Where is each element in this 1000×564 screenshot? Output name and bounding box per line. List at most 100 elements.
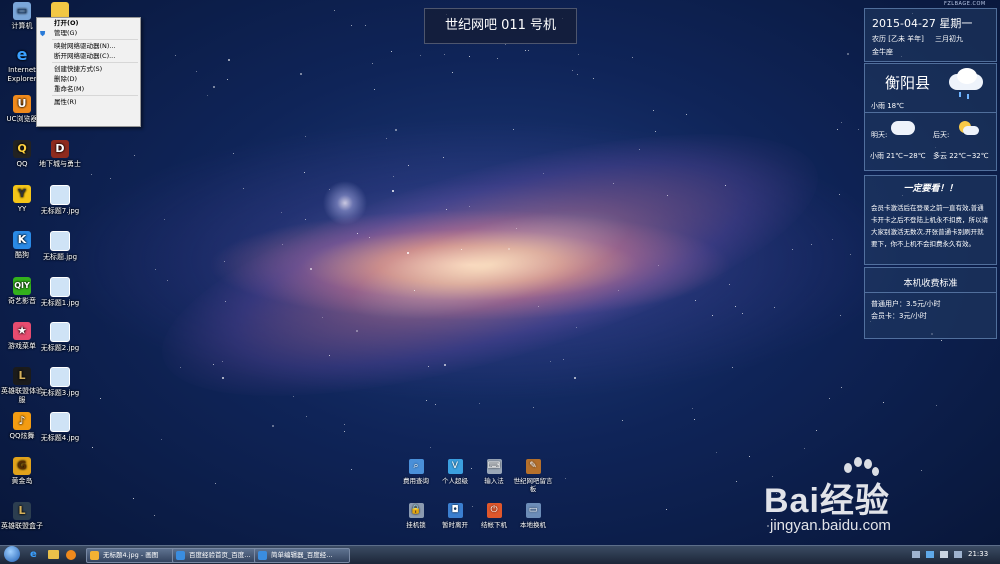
desktop-icon-img7[interactable]: 无标题7.jpg — [38, 185, 82, 216]
desktop-icon-label: 计算机 — [11, 22, 33, 30]
dock-lock[interactable]: 🔒 挂机锁 — [394, 503, 438, 529]
dock-switch-machine[interactable]: ▭ 本地换机 — [511, 503, 555, 529]
desktop-icon-img2[interactable]: 无标题2.jpg — [38, 322, 82, 353]
star — [841, 122, 842, 123]
star — [577, 74, 578, 75]
star — [725, 185, 726, 186]
dock-fee-query[interactable]: ⌕ 费用查询 — [394, 459, 438, 485]
weather-city: 衡阳县 — [885, 74, 931, 92]
star — [622, 420, 623, 421]
star — [372, 63, 373, 64]
tray-icon[interactable] — [926, 551, 934, 558]
menu-item-delete[interactable]: 删除(D) — [37, 74, 140, 84]
star — [528, 50, 529, 51]
desktop-icon-label: Internet Explorer — [7, 66, 37, 83]
star — [749, 456, 750, 457]
menu-item-properties[interactable]: 属性(R) — [37, 97, 140, 107]
star — [243, 188, 244, 189]
star — [100, 398, 101, 399]
clock[interactable]: 21:33 — [968, 550, 988, 558]
star — [525, 50, 526, 51]
desktop-icon-label: 无标题4.jpg — [40, 434, 80, 442]
desktop-icon-lol-box[interactable]: L 英雄联盟盒子 — [0, 502, 44, 531]
star — [563, 359, 564, 360]
weather-tomorrow: 小雨 21℃~28℃ — [870, 152, 926, 160]
menu-item-open[interactable]: 打开(O) — [37, 18, 140, 28]
desktop-icon-img[interactable]: 无标题.jpg — [38, 231, 82, 262]
dnf-icon: D — [51, 140, 69, 158]
image-file-icon — [50, 322, 70, 342]
folder-taskbar-icon[interactable] — [48, 550, 59, 559]
menu-item-manage[interactable]: ⛊ 管理(G) — [37, 28, 140, 38]
star — [839, 194, 840, 195]
desktop-icon-img3[interactable]: 无标题3.jpg — [38, 367, 82, 398]
media-taskbar-icon[interactable] — [66, 550, 76, 560]
star — [305, 136, 306, 137]
menu-item-rename[interactable]: 重命名(M) — [37, 84, 140, 94]
star — [133, 498, 134, 499]
star — [692, 408, 693, 409]
tray-icon[interactable] — [912, 551, 920, 558]
star — [572, 70, 573, 71]
desktop-icon-img4[interactable]: 无标题4.jpg — [38, 412, 82, 443]
machine-title-banner: 世纪网吧 011 号机 — [424, 8, 577, 44]
star — [452, 72, 453, 73]
tray-icon[interactable] — [940, 551, 948, 558]
star — [639, 149, 640, 150]
star — [344, 431, 345, 432]
star — [516, 228, 517, 229]
desktop-icon-label: 地下城与勇士 — [39, 160, 81, 168]
menu-item-map-drive[interactable]: 映射网络驱动器(N)... — [37, 41, 140, 51]
dock-message-board[interactable]: ✎ 世纪网吧留言板 — [511, 459, 555, 493]
desktop-icon-img1[interactable]: 无标题1.jpg — [38, 277, 82, 308]
star — [936, 405, 937, 406]
tray-icon[interactable] — [954, 551, 962, 558]
start-button[interactable] — [4, 546, 20, 562]
lunar-text: 农历 [乙未 羊年] — [872, 35, 924, 43]
star — [154, 515, 155, 516]
menu-item-create-shortcut[interactable]: 创建快捷方式(S) — [37, 64, 140, 74]
star — [742, 313, 743, 314]
dock-leave[interactable]: ◘ 暂时离开 — [433, 503, 477, 529]
star — [227, 79, 228, 80]
star — [550, 361, 551, 362]
star — [508, 248, 510, 250]
desktop-icon-gold-island[interactable]: G 黄金岛 — [0, 457, 44, 486]
desktop-icon-dnf[interactable]: D 地下城与勇士 — [38, 140, 82, 169]
dock-personal[interactable]: V 个人超级 — [433, 459, 477, 485]
star — [228, 59, 230, 61]
dock-checkout[interactable]: ⏻ 结帐下机 — [472, 503, 516, 529]
dock-input-method[interactable]: ⌨ 输入法 — [472, 459, 516, 485]
notice-panel: 一定要看！！ 会员卡激活后在登录之前一直有效,普通卡开卡之后不登陆上机永不扣费，… — [864, 175, 997, 265]
star — [322, 317, 323, 318]
sun-cloud-icon — [957, 121, 979, 135]
site-watermark: FZLBAGE.COM — [944, 1, 986, 7]
baidu-url: jingyan.baidu.com — [770, 517, 891, 534]
star — [850, 254, 851, 255]
kugou-icon: K — [13, 231, 31, 249]
taskbar-task-paint[interactable]: 无标题4.jpg - 画图 — [86, 548, 186, 563]
taskbar-task-browser2[interactable]: 简单编辑器_百度经... — [254, 548, 350, 563]
star — [613, 183, 614, 184]
star — [164, 219, 165, 220]
power-icon: ⏻ — [486, 503, 502, 518]
star — [392, 190, 394, 192]
star — [829, 398, 830, 399]
star — [736, 481, 737, 482]
star — [365, 25, 366, 26]
star — [110, 178, 111, 179]
star — [444, 54, 445, 55]
star — [811, 244, 812, 245]
menu-item-disconnect-drive[interactable]: 断开网络驱动器(C)... — [37, 51, 140, 61]
star — [207, 95, 208, 96]
gold-island-icon: G — [13, 457, 31, 475]
browser-icon — [258, 551, 267, 560]
star — [497, 58, 498, 59]
desktop-icon-label: 无标题7.jpg — [40, 207, 80, 215]
star — [196, 71, 197, 72]
ie-taskbar-icon[interactable]: e — [30, 549, 37, 560]
star — [329, 355, 330, 356]
after-label: 后天: — [933, 131, 950, 139]
star — [222, 377, 224, 379]
star — [213, 364, 214, 365]
